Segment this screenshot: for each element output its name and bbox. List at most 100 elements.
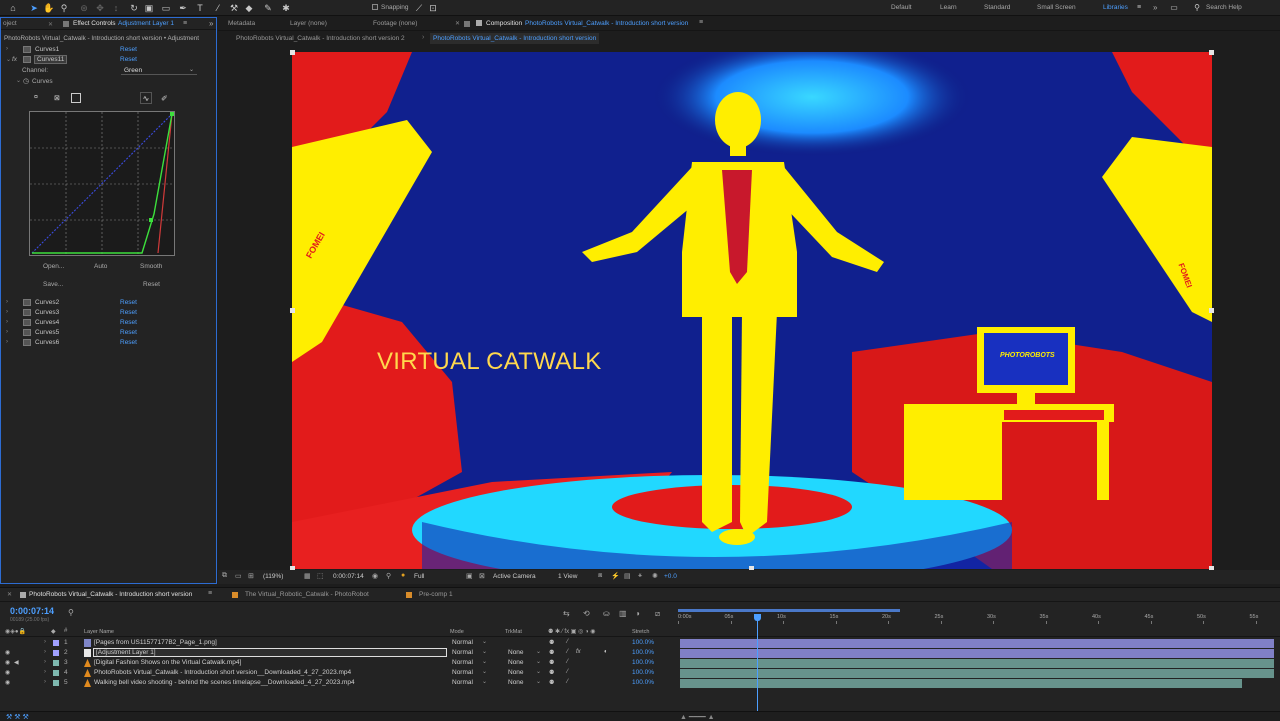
search-icon[interactable]: ⚲ bbox=[1191, 2, 1203, 14]
adjustment-layer-switch-icon[interactable]: ◐ bbox=[604, 649, 608, 655]
pencil-icon[interactable]: ✐ bbox=[161, 94, 168, 103]
fx-icon[interactable]: fx bbox=[576, 649, 581, 655]
shape-tool-icon[interactable]: ▭ bbox=[160, 2, 172, 14]
reset-exposure-icon[interactable]: ✺ bbox=[652, 572, 658, 580]
channel-dropdown[interactable]: Green ⌄ bbox=[121, 66, 197, 75]
clone-stamp-tool-icon[interactable]: ⚒ bbox=[228, 2, 240, 14]
twirl-icon[interactable]: › bbox=[6, 309, 8, 315]
label-color-swatch[interactable] bbox=[53, 680, 59, 686]
effect-toggle-icon[interactable] bbox=[23, 319, 31, 326]
effect-toggle-icon[interactable] bbox=[23, 339, 31, 346]
graph-size-large-icon[interactable] bbox=[71, 93, 81, 103]
chevron-down-icon[interactable]: ⌄ bbox=[536, 658, 541, 665]
eye-icon[interactable]: ◉ bbox=[5, 649, 10, 656]
search-help-field[interactable]: Search Help bbox=[1206, 4, 1242, 11]
effect-row-curves6[interactable]: › Curves6 Reset bbox=[1, 338, 216, 348]
panel-menu-icon[interactable]: ≡ bbox=[183, 20, 187, 27]
transform-handle[interactable] bbox=[1209, 50, 1214, 55]
display-icon[interactable]: ▭ bbox=[235, 572, 242, 580]
chevron-down-icon[interactable]: ⌄ bbox=[536, 648, 541, 655]
twirl-icon[interactable]: › bbox=[6, 46, 8, 52]
effect-toggle-icon[interactable] bbox=[23, 309, 31, 316]
fx-icon[interactable]: fx bbox=[12, 56, 17, 63]
timeline-layer-row[interactable]: ◉ › 2 [Adjustment Layer 1] Normal ⌄ None ⌄ ⚉ ⁄ fx ◐… bbox=[0, 648, 1280, 658]
workspace-overflow[interactable]: » bbox=[1153, 3, 1157, 12]
audio-icon[interactable]: ◀ bbox=[14, 659, 19, 666]
timeline-layer-row[interactable]: ◉ › 5 Walking bell video shooting - behind … bbox=[0, 678, 1280, 688]
blend-mode-dropdown[interactable]: Normal bbox=[452, 669, 473, 676]
effect-toggle-icon[interactable] bbox=[23, 299, 31, 306]
flowchart-icon[interactable]: ⚹ bbox=[638, 572, 642, 580]
stretch-value[interactable]: 100.0% bbox=[632, 649, 654, 656]
home-icon[interactable]: ⌂ bbox=[7, 2, 19, 14]
region-of-interest-icon[interactable]: ▣ bbox=[466, 572, 473, 580]
shy-switch-icon[interactable]: ⚉ bbox=[549, 669, 554, 676]
comp-mini-flowchart-icon[interactable]: ⇆ bbox=[563, 609, 570, 618]
curve-point[interactable] bbox=[170, 112, 174, 116]
bezier-curve-icon[interactable]: ∿ bbox=[140, 92, 152, 104]
shy-switch-icon[interactable]: ⚉ bbox=[549, 679, 554, 686]
shy-icon[interactable]: ⛀ bbox=[603, 609, 610, 618]
close-icon[interactable]: ✕ bbox=[7, 591, 12, 598]
time-ruler[interactable]: 0:00s 05s 10s 15s 20s 25s 30s 35s 40s 45s 50s 55s bbox=[678, 614, 1278, 624]
eye-icon[interactable]: ◉ bbox=[5, 659, 10, 666]
quality-switch-icon[interactable]: ⁄ bbox=[567, 669, 568, 675]
color-channel-icon[interactable]: ● bbox=[401, 572, 405, 579]
stretch-header[interactable]: Stretch bbox=[632, 629, 649, 635]
snap-option-2-icon[interactable]: ⊡ bbox=[427, 2, 439, 14]
track-matte-dropdown[interactable]: None bbox=[508, 649, 524, 656]
shy-switch-icon[interactable]: ⚉ bbox=[549, 649, 554, 656]
mask-icon[interactable]: ⬚ bbox=[317, 572, 324, 580]
effect-row-curves11[interactable]: ⌄ fx Curves11 Reset bbox=[1, 55, 216, 65]
curve-point[interactable] bbox=[149, 218, 153, 222]
motion-blur-icon[interactable]: ◑ bbox=[635, 609, 640, 618]
zoom-dropdown[interactable]: (119%) bbox=[263, 573, 283, 580]
quality-switch-icon[interactable]: ⁄ bbox=[567, 639, 568, 645]
rotate-tool-icon[interactable]: ↻ bbox=[128, 2, 140, 14]
channel-icon[interactable]: ¤ bbox=[34, 94, 38, 101]
layer-name[interactable]: [Adjustment Layer 1] bbox=[93, 648, 447, 657]
effect-row-curves1[interactable]: › Curves1 Reset bbox=[1, 45, 216, 55]
mode-header[interactable]: Mode bbox=[450, 629, 464, 635]
auto-button[interactable]: Auto bbox=[94, 263, 107, 270]
dolly-tool-icon[interactable]: ↕ bbox=[110, 2, 122, 14]
stopwatch-icon[interactable]: ◷ bbox=[23, 77, 29, 85]
show-snapshot-icon[interactable]: ⚲ bbox=[386, 572, 391, 580]
layer-name[interactable]: [Pages from US11577177B2_Page_1.png] bbox=[94, 639, 217, 646]
chevron-down-icon[interactable]: ⌄ bbox=[536, 678, 541, 685]
work-area-bar[interactable] bbox=[678, 609, 900, 612]
chevron-down-icon[interactable]: ⌄ bbox=[482, 668, 487, 675]
search-icon[interactable]: ⚲ bbox=[68, 608, 74, 617]
chevron-down-icon[interactable]: ⌄ bbox=[482, 648, 487, 655]
timeline-layer-row[interactable]: ◉ ◀ › 3 [Digital Fashion Shows on the Virtua… bbox=[0, 658, 1280, 668]
label-color-swatch[interactable] bbox=[53, 660, 59, 666]
workspace-learn[interactable]: Learn bbox=[940, 4, 957, 11]
reset-link[interactable]: Reset bbox=[120, 339, 137, 346]
effect-toggle-icon[interactable] bbox=[23, 46, 31, 53]
transparency-grid-icon[interactable]: ⊠ bbox=[479, 572, 485, 580]
twirl-icon[interactable]: › bbox=[44, 649, 46, 655]
tab-project[interactable]: oject bbox=[3, 20, 17, 27]
exposure-value[interactable]: +0.0 bbox=[664, 573, 677, 580]
tab-composition[interactable]: Composition bbox=[486, 20, 522, 27]
panel-lock-icon[interactable] bbox=[63, 21, 69, 27]
open-button[interactable]: Open... bbox=[43, 263, 64, 270]
breadcrumb-item[interactable]: PhotoRobots Virtual_Catwalk - Introducti… bbox=[236, 35, 405, 42]
chevron-down-icon[interactable]: ⌄ bbox=[482, 638, 487, 645]
effect-row-curves3[interactable]: › Curves3 Reset bbox=[1, 308, 216, 318]
layer-duration-bar[interactable] bbox=[680, 659, 1274, 668]
timeline-tab[interactable]: The Virtual_Robotic_Catwalk - PhotoRobot bbox=[245, 591, 369, 598]
snapshot-icon[interactable]: ◉ bbox=[372, 572, 378, 580]
type-tool-icon[interactable]: T bbox=[194, 2, 206, 14]
panel-lock-icon[interactable] bbox=[464, 21, 470, 27]
tab-metadata[interactable]: Metadata bbox=[228, 20, 255, 27]
graph-editor-icon[interactable]: ⧄ bbox=[655, 609, 660, 619]
stretch-value[interactable]: 100.0% bbox=[632, 669, 654, 676]
views-dropdown[interactable]: 1 View bbox=[558, 573, 577, 580]
workspace-default[interactable]: Default bbox=[891, 4, 912, 11]
orbit-tool-icon[interactable]: ⊛ bbox=[78, 2, 90, 14]
close-icon[interactable]: ✕ bbox=[48, 21, 53, 28]
workspace-menu-icon[interactable]: ≡ bbox=[1133, 2, 1145, 14]
timeline-tab[interactable]: Pre-comp 1 bbox=[419, 591, 453, 598]
twirl-icon[interactable]: › bbox=[6, 339, 8, 345]
